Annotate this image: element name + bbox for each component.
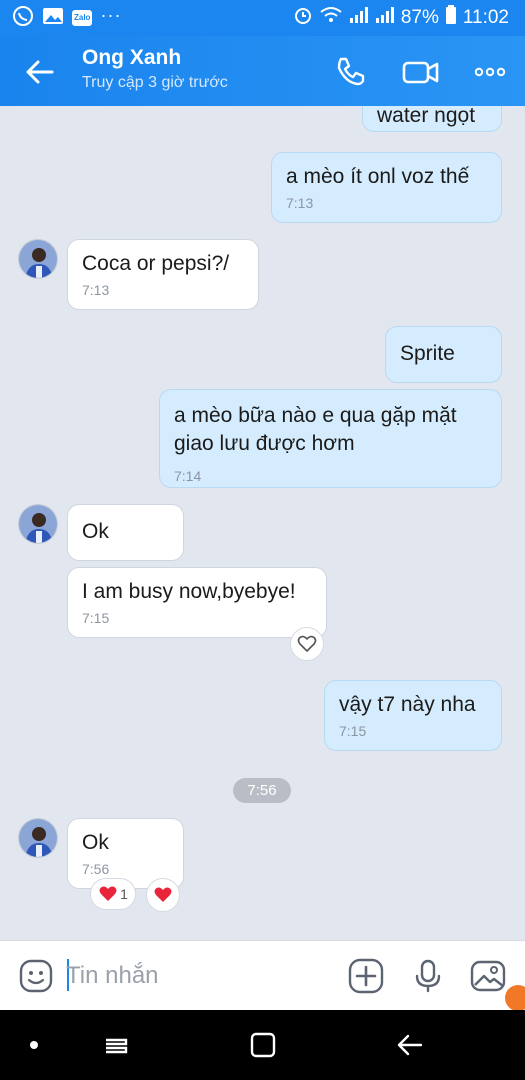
- signal-2-icon: [375, 6, 395, 30]
- zalo-icon: Zalo: [72, 10, 93, 26]
- assistant-dot-icon[interactable]: [22, 1030, 46, 1060]
- more-notifications-icon: ···: [100, 4, 122, 25]
- contact-name[interactable]: Ong Xanh: [82, 46, 181, 70]
- message-time: 7:14: [174, 468, 202, 484]
- message-bubble-outgoing[interactable]: a mèo ít onl voz thế 7:13: [271, 152, 502, 223]
- message-text: a mèo ít onl voz thế: [286, 165, 470, 188]
- home-icon: [250, 1032, 276, 1058]
- message-text: Ok: [82, 520, 109, 543]
- emoji-icon: [19, 959, 53, 993]
- status-time: 11:02: [462, 7, 509, 28]
- status-bar: Zalo ··· 87% 11:02: [0, 0, 525, 36]
- heart-outline-icon: [297, 635, 317, 652]
- message-time: 7:13: [286, 195, 314, 211]
- contact-avatar-image: [19, 819, 57, 857]
- home-button[interactable]: [248, 1030, 278, 1060]
- reaction-count: 1: [120, 886, 128, 902]
- message-text: water ngọt: [377, 106, 476, 127]
- message-text: Sprite: [400, 342, 455, 365]
- image-icon: [470, 960, 506, 992]
- contact-avatar-image: [19, 505, 57, 543]
- message-text: Ok: [82, 831, 109, 854]
- photo-picker-button[interactable]: [470, 958, 506, 994]
- wifi-icon: [319, 5, 343, 31]
- message-bubble-outgoing[interactable]: a mèo bữa nào e qua gặp mặt giao lưu đượ…: [159, 389, 502, 488]
- react-button[interactable]: [290, 627, 324, 661]
- avatar[interactable]: [18, 504, 58, 544]
- heart-icon: [99, 886, 117, 901]
- reaction-summary[interactable]: 1: [90, 878, 136, 910]
- arrow-left-icon: [26, 60, 54, 84]
- time-separator: 7:56: [233, 778, 291, 803]
- voice-call-button[interactable]: [332, 54, 368, 90]
- message-time: 7:15: [339, 723, 367, 739]
- status-bar-notifications: Zalo ···: [12, 4, 122, 32]
- message-text: Coca or pepsi?/: [82, 252, 230, 275]
- battery-icon: [445, 5, 457, 31]
- viber-icon: [12, 5, 34, 32]
- voice-message-button[interactable]: [410, 958, 446, 994]
- react-button[interactable]: [146, 878, 180, 912]
- message-input[interactable]: [66, 957, 326, 995]
- message-bubble-incoming[interactable]: I am busy now,byebye! 7:15: [67, 567, 327, 638]
- message-text: I am busy now,byebye!: [82, 580, 296, 603]
- message-text: vậy t7 này nha: [339, 693, 476, 716]
- chat-header: Ong Xanh Truy cập 3 giờ trước: [0, 36, 525, 106]
- battery-percent: 87%: [400, 7, 439, 28]
- heart-icon: [154, 887, 172, 902]
- avatar[interactable]: [18, 239, 58, 279]
- message-time: 7:56: [82, 861, 110, 877]
- sticker-button[interactable]: [18, 958, 54, 994]
- message-bubble-outgoing[interactable]: water ngọt: [362, 106, 502, 132]
- signal-1-icon: [349, 6, 369, 30]
- back-button[interactable]: [22, 54, 58, 90]
- message-bubble-outgoing[interactable]: vậy t7 này nha 7:15: [324, 680, 502, 751]
- more-options-button[interactable]: [472, 54, 508, 90]
- message-bubble-outgoing[interactable]: Sprite: [385, 326, 502, 383]
- message-text: a mèo bữa nào e qua gặp mặt giao lưu đượ…: [174, 404, 457, 455]
- message-bubble-incoming[interactable]: Coca or pepsi?/ 7:13: [67, 239, 259, 310]
- floating-shortcut-button[interactable]: [505, 985, 525, 1011]
- message-composer: [0, 940, 525, 1010]
- chat-messages[interactable]: water ngọt a mèo ít onl voz thế 7:13 Coc…: [0, 106, 525, 940]
- video-call-button[interactable]: [401, 54, 441, 90]
- recent-apps-button[interactable]: [102, 1030, 132, 1060]
- system-navigation-bar: [0, 1010, 525, 1080]
- gallery-icon: [42, 6, 64, 31]
- video-camera-icon: [402, 61, 439, 84]
- contact-avatar-image: [19, 240, 57, 278]
- alarm-icon: [293, 5, 313, 31]
- microphone-icon: [415, 959, 441, 993]
- avatar[interactable]: [18, 818, 58, 858]
- add-attachment-button[interactable]: [348, 958, 384, 994]
- message-time: 7:15: [82, 610, 110, 626]
- last-seen-status: Truy cập 3 giờ trước: [82, 74, 228, 91]
- recent-apps-icon: [106, 1038, 128, 1054]
- status-bar-system: 87% 11:02: [293, 5, 509, 31]
- back-arrow-icon: [397, 1034, 423, 1056]
- more-horizontal-icon: [474, 67, 506, 77]
- plus-box-icon: [348, 958, 384, 994]
- message-bubble-incoming[interactable]: Ok: [67, 504, 184, 561]
- phone-icon: [337, 57, 365, 86]
- system-back-button[interactable]: [395, 1030, 425, 1060]
- message-time: 7:13: [82, 282, 110, 298]
